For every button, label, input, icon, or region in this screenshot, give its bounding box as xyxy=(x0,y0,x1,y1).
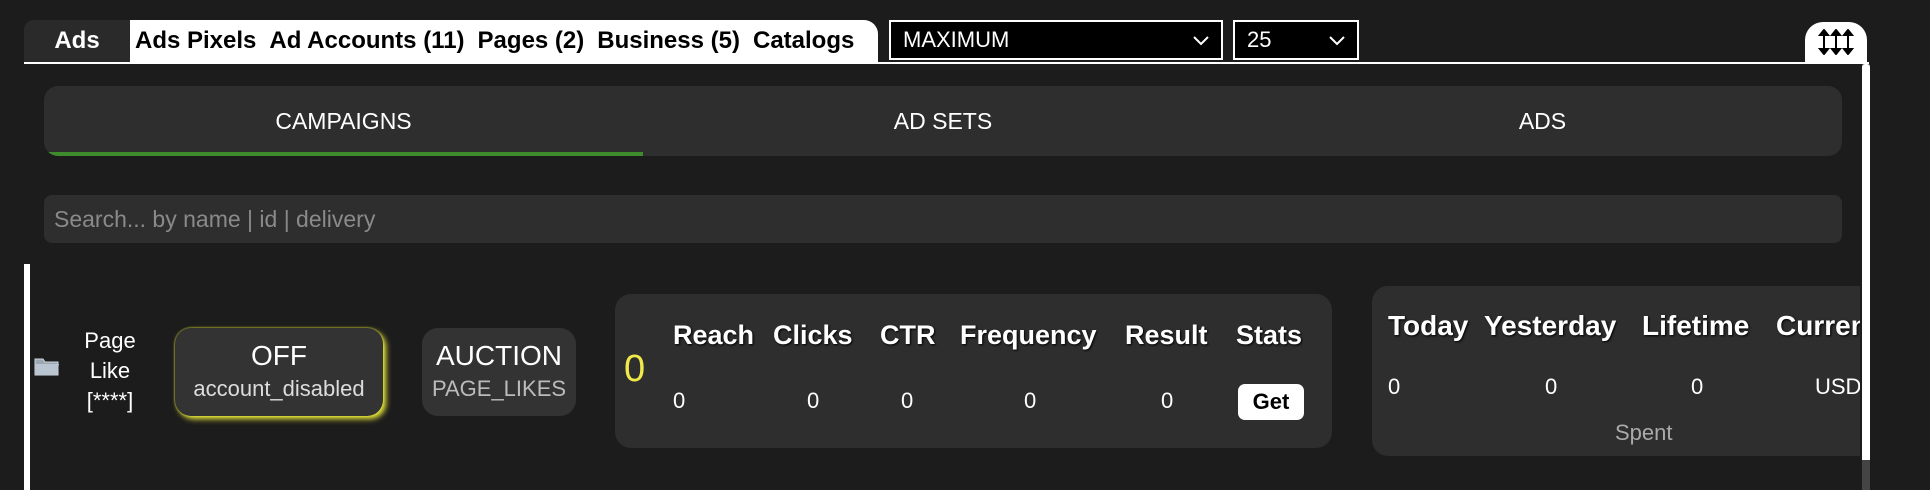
spend-header-today: Today xyxy=(1388,310,1469,341)
objective-label: PAGE_LIKES xyxy=(431,376,567,401)
spend-value-today: 0 xyxy=(1388,374,1401,399)
tab-ad-accounts[interactable]: Ad Accounts (11) xyxy=(269,27,464,55)
limit-select[interactable]: 25 xyxy=(1233,20,1359,60)
tab-ad-sets[interactable]: AD SETS xyxy=(643,86,1243,156)
scrollbar-thumb-lower xyxy=(1862,280,1870,460)
stats-card xyxy=(615,294,1332,448)
mode-select-value: MAXIMUM xyxy=(903,27,1010,52)
expand-toggle-button[interactable] xyxy=(1805,22,1867,62)
bid-strategy-badge: AUCTION PAGE_LIKES xyxy=(422,328,576,416)
expand-vertical-icon xyxy=(1818,29,1854,55)
status-label: OFF xyxy=(251,340,307,371)
spend-value-currency: USD xyxy=(1815,374,1862,399)
campaign-name-line: Page xyxy=(84,328,136,353)
mode-select[interactable]: MAXIMUM xyxy=(889,20,1223,60)
chevron-down-icon xyxy=(1329,36,1345,46)
tab-ads-level[interactable]: ADS xyxy=(1243,86,1842,156)
tab-campaigns[interactable]: CAMPAIGNS xyxy=(44,86,643,156)
stat-header-ctr: CTR xyxy=(880,320,936,350)
folder-icon[interactable] xyxy=(34,355,60,377)
stat-value-result: 0 xyxy=(1161,388,1174,413)
tab-ads[interactable]: Ads xyxy=(24,20,130,62)
stat-header-stats: Stats xyxy=(1236,320,1303,350)
campaign-name[interactable]: Page Like [****] xyxy=(70,326,150,416)
search-input[interactable] xyxy=(44,195,1842,243)
tab-pages[interactable]: Pages (2) xyxy=(478,27,585,55)
ad-count: 0 xyxy=(624,348,646,390)
tab-business[interactable]: Business (5) xyxy=(597,27,740,55)
top-tab-group: Ads Pixels Ad Accounts (11) Pages (2) Bu… xyxy=(130,20,878,62)
stat-header-reach: Reach xyxy=(673,320,755,350)
tab-bar-divider xyxy=(24,62,1869,64)
stat-value-ctr: 0 xyxy=(901,388,914,413)
spend-header-currency: Curren xyxy=(1776,310,1868,341)
level-tabs: CAMPAIGNS AD SETS ADS xyxy=(44,86,1842,156)
status-toggle[interactable]: OFF account_disabled xyxy=(175,328,383,416)
status-reason: account_disabled xyxy=(193,376,365,401)
stat-value-clicks: 0 xyxy=(807,388,820,413)
spend-header-yesterday: Yesterday xyxy=(1484,310,1617,341)
get-stats-button[interactable]: Get xyxy=(1238,384,1304,420)
stat-header-result: Result xyxy=(1125,320,1208,350)
stat-value-frequency: 0 xyxy=(1024,388,1037,413)
stat-header-clicks: Clicks xyxy=(773,320,853,350)
spend-value-lifetime: 0 xyxy=(1691,374,1704,399)
spend-header-lifetime: Lifetime xyxy=(1642,310,1750,341)
stat-value-reach: 0 xyxy=(673,388,686,413)
row-left-border xyxy=(24,264,30,490)
spend-value-yesterday: 0 xyxy=(1545,374,1558,399)
limit-select-value: 25 xyxy=(1247,27,1272,52)
right-gutter xyxy=(1860,280,1930,490)
tab-ads-pixels[interactable]: Ads Pixels xyxy=(135,27,256,55)
active-tab-indicator xyxy=(44,152,643,156)
bid-type: AUCTION xyxy=(436,340,562,371)
chevron-down-icon xyxy=(1193,36,1209,46)
spent-label: Spent xyxy=(1615,420,1673,445)
campaign-name-line: [****] xyxy=(86,388,134,413)
tab-catalogs[interactable]: Catalogs xyxy=(753,27,854,55)
campaign-name-line: Like xyxy=(89,358,131,383)
stat-header-frequency: Frequency xyxy=(960,320,1097,350)
